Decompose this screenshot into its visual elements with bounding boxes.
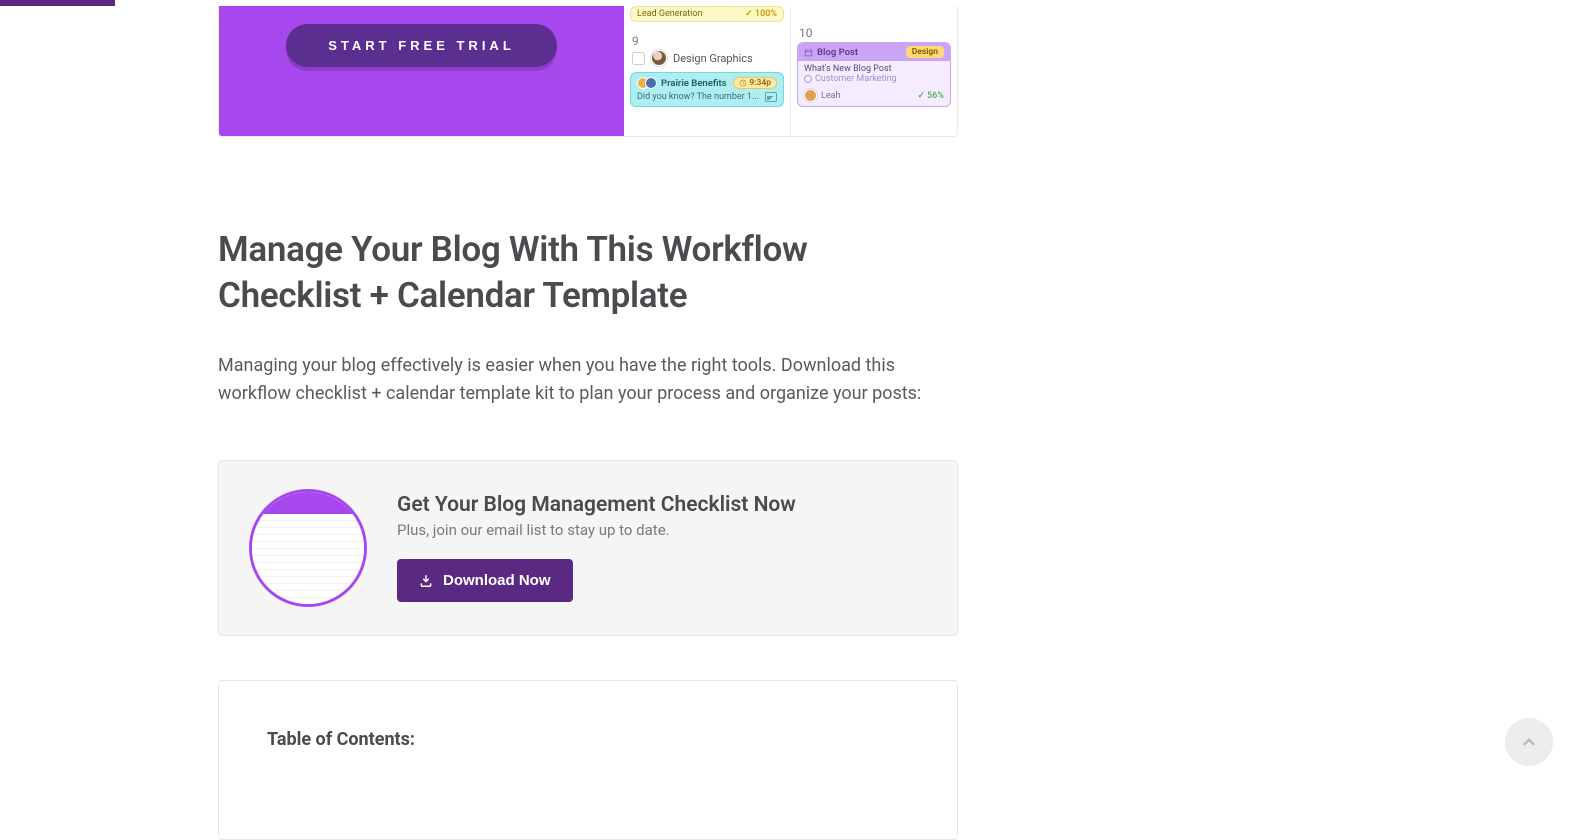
hero-left-panel: START FREE TRIAL bbox=[219, 6, 624, 136]
cta-thumbnail bbox=[249, 489, 367, 607]
checkbox-icon bbox=[632, 52, 645, 65]
time-badge: 9:34p bbox=[733, 77, 777, 89]
calendar-day-col-1: Lead Generation ✓ 100% 9 Design Graphics… bbox=[624, 6, 791, 136]
card-body-line1: What's New Blog Post bbox=[804, 64, 944, 74]
card-progress: 56% bbox=[918, 91, 944, 101]
calendar-day-col-2: 10 Blog Post Design What's New Blog Post… bbox=[791, 6, 957, 136]
clock-icon bbox=[739, 79, 747, 87]
article-section: Manage Your Blog With This Workflow Chec… bbox=[218, 227, 958, 408]
toc-title: Table of Contents: bbox=[267, 729, 909, 750]
chevron-up-icon bbox=[1520, 733, 1538, 751]
pill-status: ✓ 100% bbox=[745, 9, 777, 19]
image-icon bbox=[765, 92, 777, 102]
card-owner: Leah bbox=[804, 89, 840, 102]
cta-subtitle: Plus, join our email list to stay up to … bbox=[397, 521, 796, 539]
card-title: Prairie Benefits bbox=[661, 78, 727, 89]
calendar-day-number: 9 bbox=[624, 28, 790, 50]
calendar-card-purple: Blog Post Design What's New Blog Post Cu… bbox=[797, 42, 951, 107]
download-cta-box: Get Your Blog Management Checklist Now P… bbox=[218, 460, 958, 636]
cta-title: Get Your Blog Management Checklist Now bbox=[397, 493, 796, 517]
calendar-icon bbox=[804, 48, 813, 57]
card-head-label: Design bbox=[906, 46, 944, 58]
task-label: Design Graphics bbox=[673, 52, 753, 65]
card-line: Did you know? The number 1... bbox=[637, 92, 759, 102]
article-heading: Manage Your Blog With This Workflow Chec… bbox=[218, 227, 958, 318]
hero-card: START FREE TRIAL Lead Generation ✓ 100% … bbox=[218, 6, 958, 137]
calendar-task-line: Design Graphics bbox=[624, 50, 790, 72]
article-paragraph: Managing your blog effectively is easier… bbox=[218, 352, 958, 408]
scroll-to-top-button[interactable] bbox=[1505, 718, 1553, 766]
table-of-contents-box: Table of Contents: bbox=[218, 680, 958, 840]
reading-progress-bar bbox=[0, 0, 115, 6]
avatar-icon bbox=[651, 50, 667, 66]
download-icon bbox=[419, 574, 433, 588]
avatar-icon bbox=[804, 89, 817, 102]
calendar-pill-lead-gen: Lead Generation ✓ 100% bbox=[630, 6, 784, 22]
start-free-trial-button[interactable]: START FREE TRIAL bbox=[286, 24, 557, 67]
hero-calendar-preview: Lead Generation ✓ 100% 9 Design Graphics… bbox=[624, 6, 957, 136]
avatar-pair-icon bbox=[637, 77, 657, 89]
card-head-tag: Blog Post bbox=[817, 47, 858, 58]
download-now-button[interactable]: Download Now bbox=[397, 559, 573, 602]
card-body-line2: Customer Marketing bbox=[804, 74, 944, 84]
calendar-card-teal: Prairie Benefits 9:34p Did you know? The… bbox=[630, 72, 784, 107]
pill-label: Lead Generation bbox=[637, 9, 702, 19]
calendar-day-number: 10 bbox=[791, 20, 957, 42]
